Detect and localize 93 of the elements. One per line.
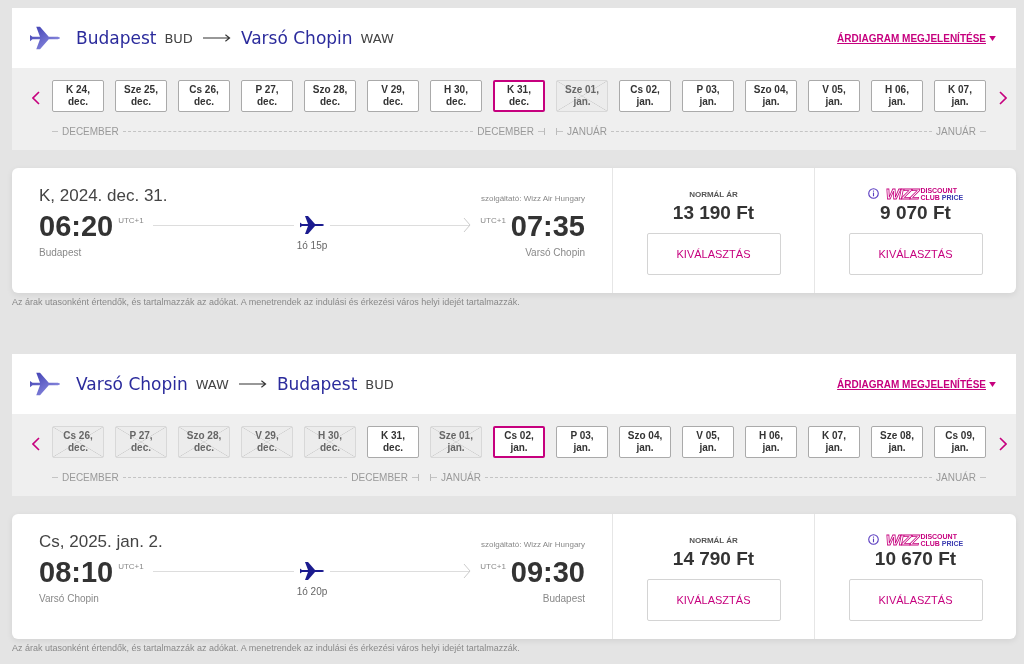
month-label: DECEMBER: [62, 125, 119, 137]
month-label: JANUÁR: [441, 471, 481, 483]
month-label: JANUÁR: [936, 471, 976, 483]
departure-time: 08:10: [39, 556, 114, 589]
fare-note: Az árak utasonként értendők, és tartalmazzák az adókat. A menetrendek az indulási és érkezési város helyi idejét tartalmazzák.: [12, 643, 521, 654]
departure-city: Varsó Chopin: [39, 593, 100, 604]
previous-button[interactable]: [32, 90, 40, 106]
timezone-label: UTC+1: [118, 562, 144, 571]
fare-label: NORMÁL ÁR: [689, 535, 738, 545]
arrival-time: 07:35: [510, 210, 585, 243]
select-button[interactable]: KIVÁLASZTÁS: [848, 233, 983, 275]
chevron-left-icon: [32, 91, 40, 105]
flight-date: K, 2024. dec. 31.: [39, 186, 168, 206]
departure-city: Budapest: [39, 247, 83, 258]
fare-price: 13 190 Ft: [672, 202, 755, 224]
date-button[interactable]: P 03, jan.: [682, 80, 734, 112]
caret-icon: [989, 381, 996, 387]
origin-city: Varsó Chopin: [76, 374, 188, 394]
fare-price: 14 790 Ft: [672, 548, 755, 570]
date-button[interactable]: H 06, jan.: [745, 426, 797, 458]
caret-icon: [989, 35, 996, 41]
arrow-icon: [202, 33, 231, 43]
logo-wordmark: WIZZ: [885, 187, 919, 201]
date-button[interactable]: K 07, jan.: [934, 80, 986, 112]
date-button[interactable]: K 31, dec.: [367, 426, 419, 458]
arrow-icon: [238, 379, 267, 389]
date-button[interactable]: Sze 25, dec.: [115, 80, 167, 112]
date-button[interactable]: V 05, jan.: [682, 426, 734, 458]
timezone-label: UTC+1: [118, 216, 144, 225]
month-label: DECEMBER: [62, 471, 119, 483]
arrowhead-icon: [463, 217, 472, 233]
date-button[interactable]: Szo 04, jan.: [619, 426, 671, 458]
carrier-text: szolgáltató: Wizz Air Hungary: [480, 540, 585, 549]
month-label: JANUÁR: [936, 125, 976, 137]
date-button[interactable]: P 03, jan.: [556, 426, 608, 458]
airplane-icon: [299, 559, 324, 583]
arrival-time: 09:30: [510, 556, 585, 589]
chevron-right-icon: [999, 437, 1007, 451]
date-button[interactable]: H 30, dec.: [430, 80, 482, 112]
price-chart-link[interactable]: ÁRDIAGRAM MEGJELENÍTÉSE: [837, 378, 986, 390]
next-button[interactable]: [999, 436, 1007, 452]
date-button[interactable]: Cs 09, jan.: [934, 426, 986, 458]
arrival-city: Budapest: [542, 593, 585, 604]
month-label: JANUÁR: [567, 125, 607, 137]
date-button[interactable]: K 07, jan.: [808, 426, 860, 458]
flight-duration: 1ó 20p: [296, 586, 328, 597]
departure-time: 06:20: [39, 210, 114, 243]
date-button[interactable]: P 27, dec.: [241, 80, 293, 112]
next-button[interactable]: [999, 90, 1007, 106]
info-icon: [867, 188, 879, 199]
flight-date: Cs, 2025. jan. 2.: [39, 532, 163, 552]
carrier-text: szolgáltató: Wizz Air Hungary: [480, 194, 585, 203]
chevron-right-icon: [999, 91, 1007, 105]
date-button[interactable]: Cs 26, dec.: [178, 80, 230, 112]
date-button[interactable]: Sze 08, jan.: [871, 426, 923, 458]
month-label: DECEMBER: [477, 125, 534, 137]
date-button[interactable]: K 24, dec.: [52, 80, 104, 112]
chevron-left-icon: [32, 437, 40, 451]
date-button[interactable]: Cs 02, jan.: [493, 426, 545, 458]
select-button[interactable]: KIVÁLASZTÁS: [848, 579, 983, 621]
flight-duration: 1ó 15p: [296, 240, 328, 251]
destination-code: BUD: [365, 376, 394, 392]
date-button[interactable]: K 31, dec.: [493, 80, 545, 112]
origin-city: Budapest: [76, 28, 157, 48]
destination-code: WAW: [360, 30, 394, 46]
select-button[interactable]: KIVÁLASZTÁS: [646, 579, 781, 621]
date-button[interactable]: V 05, jan.: [808, 80, 860, 112]
date-button[interactable]: Cs 02, jan.: [619, 80, 671, 112]
date-button[interactable]: V 29, dec.: [367, 80, 419, 112]
info-button[interactable]: [867, 188, 880, 200]
destination-city: Varsó Chopin: [240, 28, 353, 48]
arrival-city: Varsó Chopin: [525, 247, 585, 258]
date-button[interactable]: Szo 04, jan.: [745, 80, 797, 112]
fare-label: NORMÁL ÁR: [689, 189, 738, 199]
previous-button[interactable]: [32, 436, 40, 452]
origin-code: WAW: [195, 376, 229, 392]
timezone-label: UTC+1: [480, 216, 506, 225]
origin-code: BUD: [164, 30, 193, 46]
fare-price: 10 670 Ft: [874, 548, 957, 570]
select-button[interactable]: KIVÁLASZTÁS: [646, 233, 781, 275]
info-icon: [867, 534, 879, 545]
timezone-label: UTC+1: [480, 562, 506, 571]
logo-wordmark: WIZZ: [885, 533, 919, 547]
fare-price: 9 070 Ft: [880, 202, 951, 224]
date-button[interactable]: Szo 28, dec.: [304, 80, 356, 112]
price-chart-link[interactable]: ÁRDIAGRAM MEGJELENÍTÉSE: [837, 32, 986, 44]
fare-note: Az árak utasonként értendők, és tartalmazzák az adókat. A menetrendek az indulási és érkezési város helyi idejét tartalmazzák.: [12, 297, 521, 308]
month-label: DECEMBER: [351, 471, 408, 483]
arrowhead-icon: [463, 563, 472, 579]
date-button[interactable]: H 06, jan.: [871, 80, 923, 112]
info-button[interactable]: [867, 534, 880, 546]
destination-city: Budapest: [276, 374, 358, 394]
airplane-icon: [299, 213, 324, 237]
